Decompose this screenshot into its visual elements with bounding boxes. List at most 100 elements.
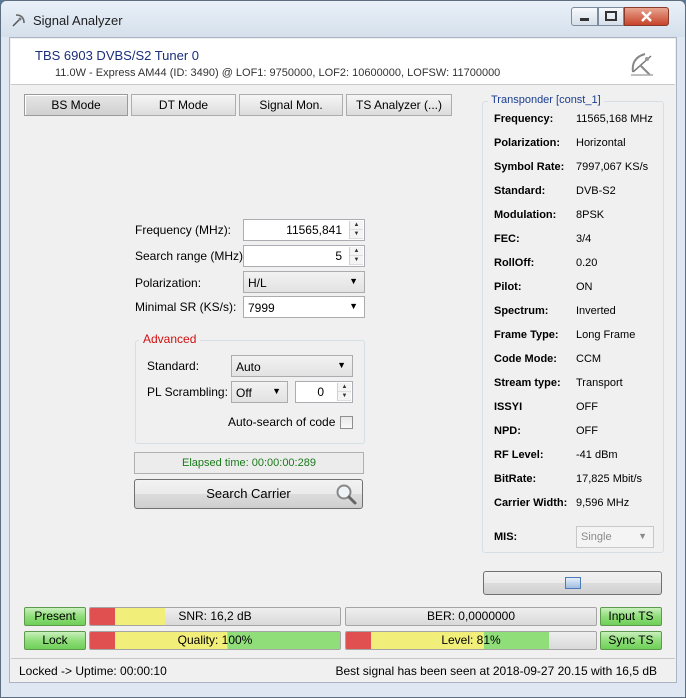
transponder-key: Spectrum: [494, 305, 549, 317]
maximize-button[interactable] [598, 7, 624, 26]
polarization-select[interactable]: H/L ▼ [243, 271, 365, 293]
frequency-value: 11565,841 [286, 223, 342, 237]
transponder-row: RF Level: -41 dBm [494, 449, 664, 467]
input-ts-indicator[interactable]: Input TS [600, 607, 662, 626]
search-range-input[interactable]: 5 ▲ ▼ [243, 245, 365, 267]
transponder-row: Polarization: Horizontal [494, 137, 664, 155]
chevron-down-icon: ▼ [349, 276, 358, 286]
transponder-key: Modulation: [494, 209, 557, 221]
transponder-key: RollOff: [494, 257, 535, 269]
transponder-row: Stream type: Transport [494, 377, 664, 395]
transponder-key: Frequency: [494, 113, 554, 125]
sync-ts-indicator[interactable]: Sync TS [600, 631, 662, 650]
close-button[interactable] [624, 7, 669, 26]
min-sr-value[interactable]: 7999 [248, 301, 275, 315]
transponder-row: Frame Type: Long Frame [494, 329, 664, 347]
transponder-key: Stream type: [494, 377, 561, 389]
up-arrow-icon[interactable]: ▲ [350, 221, 363, 230]
pl-scrambling-select[interactable]: Off ▼ [231, 381, 288, 403]
pl-code-input[interactable]: 0 ▲ ▼ [295, 381, 353, 403]
tab-signal-mon[interactable]: Signal Mon. [239, 94, 343, 116]
chevron-down-icon: ▼ [638, 531, 647, 541]
satellite-app-icon [12, 14, 25, 27]
search-range-value: 5 [335, 249, 342, 263]
search-carrier-label: Search Carrier [206, 486, 291, 501]
up-arrow-icon[interactable]: ▲ [338, 383, 351, 392]
tab-ts-analyzer[interactable]: TS Analyzer (...) [346, 94, 452, 116]
up-arrow-icon[interactable]: ▲ [350, 247, 363, 256]
mis-select[interactable]: Single ▼ [576, 526, 654, 548]
down-arrow-icon[interactable]: ▼ [350, 230, 363, 239]
transponder-row: BitRate: 17,825 Mbit/s [494, 473, 664, 491]
tab-dt-mode[interactable]: DT Mode [131, 94, 236, 116]
snr-meter: SNR: 16,2 dB [89, 607, 341, 626]
pl-code-stepper[interactable]: ▲ ▼ [337, 383, 351, 401]
polarization-value: H/L [248, 276, 267, 290]
panel-toggle-button[interactable] [483, 571, 662, 595]
transponder-value: Long Frame [576, 329, 636, 341]
chevron-down-icon: ▼ [272, 386, 281, 396]
transponder-row: Code Mode: CCM [494, 353, 664, 371]
level-meter: Level: 81% [345, 631, 597, 650]
frequency-stepper[interactable]: ▲ ▼ [349, 221, 363, 239]
transponder-key: Carrier Width: [494, 497, 568, 509]
advanced-title: Advanced [139, 332, 201, 346]
pl-scrambling-value: Off [236, 386, 252, 400]
tab-bs-mode[interactable]: BS Mode [24, 94, 128, 116]
transponder-row: Symbol Rate: 7997,067 KS/s [494, 161, 664, 179]
title-bar[interactable]: Signal Analyzer [1, 1, 685, 37]
transponder-value: ON [576, 281, 593, 293]
transponder-value: Transport [576, 377, 623, 389]
auto-search-checkbox[interactable] [340, 416, 353, 429]
panel-icon [565, 577, 581, 589]
transponder-value: 11565,168 MHz [576, 113, 653, 125]
transponder-row: Frequency: 11565,168 MHz [494, 113, 664, 131]
transponder-row: NPD: OFF [494, 425, 664, 443]
lock-indicator[interactable]: Lock [24, 631, 86, 650]
satellite-dish-icon [631, 53, 653, 76]
window-title: Signal Analyzer [33, 13, 123, 28]
transponder-value: 17,825 Mbit/s [576, 473, 643, 485]
transponder-row: FEC: 3/4 [494, 233, 664, 251]
elapsed-time: Elapsed time: 00:00:00:289 [134, 452, 364, 474]
standard-select[interactable]: Auto ▼ [231, 355, 353, 377]
transponder-key: Symbol Rate: [494, 161, 565, 173]
status-uptime: Locked -> Uptime: 00:00:10 [19, 664, 167, 678]
transponder-row: Spectrum: Inverted [494, 305, 664, 323]
transponder-value: -41 dBm [576, 449, 618, 461]
transponder-value: CCM [576, 353, 602, 365]
quality-meter: Quality: 100% [89, 631, 341, 650]
transponder-value: Inverted [576, 305, 616, 317]
down-arrow-icon[interactable]: ▼ [350, 256, 363, 265]
transponder-value: DVB-S2 [576, 185, 616, 197]
transponder-key: FEC: [494, 233, 520, 245]
close-icon [641, 11, 652, 22]
transponder-row: Pilot: ON [494, 281, 664, 299]
device-header: TBS 6903 DVBS/S2 Tuner 0 11.0W - Express… [11, 39, 675, 85]
min-sr-select[interactable]: 7999 ▼ [243, 296, 365, 318]
standard-value: Auto [236, 360, 261, 374]
magnifier-icon [336, 484, 357, 505]
pl-scrambling-label: PL Scrambling: [147, 385, 228, 399]
transponder-row: ISSYI OFF [494, 401, 664, 419]
auto-search-label: Auto-search of code [228, 415, 336, 429]
transponder-value: 0.20 [576, 257, 598, 269]
transponder-key: Pilot: [494, 281, 522, 293]
transponder-row: Carrier Width: 9,596 MHz [494, 497, 664, 515]
transponder-value: OFF [576, 425, 598, 437]
minimize-button[interactable] [571, 7, 598, 26]
transponder-key: Standard: [494, 185, 546, 197]
device-name: TBS 6903 DVBS/S2 Tuner 0 [35, 48, 200, 63]
down-arrow-icon[interactable]: ▼ [338, 392, 351, 401]
pl-code-value: 0 [317, 385, 324, 399]
frequency-input[interactable]: 11565,841 ▲ ▼ [243, 219, 365, 241]
frequency-label: Frequency (MHz): [135, 223, 232, 237]
transponder-row: Modulation: 8PSK [494, 209, 664, 227]
signal-analyzer-window: Signal Analyzer TBS 6903 DVBS/S2 Tuner 0… [0, 0, 686, 698]
transponder-key: NPD: [494, 425, 521, 437]
chevron-down-icon: ▼ [337, 360, 346, 370]
transponder-value: 3/4 [576, 233, 592, 245]
search-range-stepper[interactable]: ▲ ▼ [349, 247, 363, 265]
present-indicator[interactable]: Present [24, 607, 86, 626]
search-carrier-button[interactable]: Search Carrier [134, 479, 363, 509]
